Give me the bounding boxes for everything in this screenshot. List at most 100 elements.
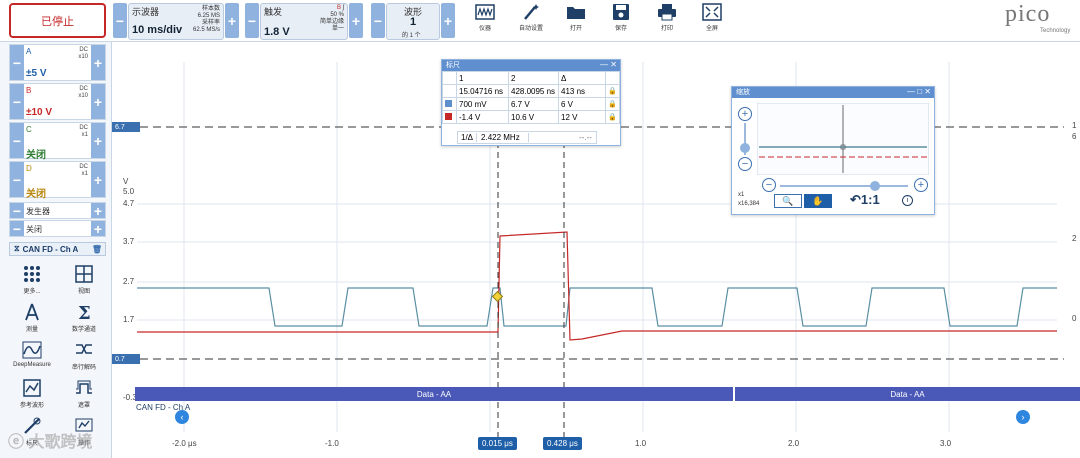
y-tick-label: 1.7	[123, 315, 135, 324]
sigma-icon: Σ	[78, 303, 91, 322]
channel-range-up-button[interactable]: +	[91, 162, 105, 197]
channel-b-control[interactable]: − B DC x10 ±10 V +	[9, 83, 106, 120]
tool-serial-decode-button[interactable]: 串行解码	[61, 340, 107, 380]
instrument-button[interactable]: 仪器	[466, 3, 504, 39]
generator-minus-button[interactable]: −	[10, 203, 24, 219]
folder-icon	[567, 7, 585, 19]
hand-icon: ✋	[812, 195, 824, 206]
scroll-right-button[interactable]: ›	[1016, 410, 1030, 424]
pico-logo: pico	[1005, 1, 1051, 27]
trigger-minus-button[interactable]: −	[245, 3, 259, 38]
channel-b-level-marker[interactable]: 0.7	[112, 354, 140, 364]
scroll-left-button[interactable]: ‹	[175, 410, 189, 424]
lock-icon[interactable]: 🔒	[605, 84, 620, 98]
tool-deepmeasure-button[interactable]: DeepMeasure	[9, 340, 55, 380]
trigger-control[interactable]: 触发 1.8 V B ʃ 50 % 简单边缘 单一	[260, 3, 348, 40]
save-button[interactable]: 保存	[602, 3, 640, 39]
trigger-plus-button[interactable]: +	[349, 3, 363, 38]
serial-decode-icon	[76, 344, 92, 354]
info-icon[interactable]: i	[902, 195, 913, 206]
zoom-overview[interactable]	[757, 103, 929, 175]
channel-range-down-button[interactable]: −	[10, 123, 24, 158]
channel-range-down-button[interactable]: −	[10, 84, 24, 119]
zoom-out-vertical-button[interactable]: −	[738, 157, 752, 171]
generator-state[interactable]: − 关闭 +	[9, 220, 106, 237]
channel-c-control[interactable]: − C DC x1 关闭 +	[9, 122, 106, 161]
tool-sigma-button[interactable]: Σ 数学通道	[61, 302, 107, 342]
timebase-control[interactable]: 示波器 10 ms/div 样本数 6.25 MS 采样率 62.5 MS/s	[128, 3, 224, 40]
print-button[interactable]: 打印	[648, 3, 686, 39]
zoom-in-vertical-button[interactable]: +	[738, 107, 752, 121]
channel-a-control[interactable]: − A DC x10 ±5 V +	[9, 44, 106, 81]
decoder-tag[interactable]: ⧖ CAN FD - Ch A 🗑	[9, 242, 106, 256]
tool-mask-button[interactable]: 遮罩	[61, 378, 107, 418]
undo-icon: ↶	[850, 192, 861, 207]
generator-plus-button[interactable]: +	[91, 203, 105, 219]
waveform-prev-button[interactable]: −	[371, 3, 385, 38]
zoom-panel-header[interactable]: 缩放 — □ ✕	[732, 87, 934, 98]
picoscope-window: 已停止 − 示波器 10 ms/div 样本数 6.25 MS 采样率 62.5 M…	[0, 0, 1080, 458]
ruler-row-channel-a: 700 mV 6.7 V 6 V 🔒	[442, 97, 620, 111]
generator-state-plus-button[interactable]: +	[91, 221, 105, 237]
lock-icon[interactable]: 🔒	[605, 97, 620, 111]
panel-controls-icon[interactable]: — □ ✕	[907, 87, 931, 96]
cursor-2-readout[interactable]: 0.428 μs	[543, 437, 582, 450]
channel-range-down-button[interactable]: −	[10, 162, 24, 197]
stop-button[interactable]: 已停止	[9, 3, 106, 38]
tool-view-grid-button[interactable]: 视图	[61, 264, 107, 304]
zoom-in-horizontal-button[interactable]: +	[914, 178, 928, 192]
zoom-factor-label: x16,384	[738, 201, 760, 207]
vertical-zoom-handle[interactable]	[740, 143, 750, 153]
ruler-panel[interactable]: 标尺 — ✕ 1 2 Δ 15.04716 ns 428.0095 ns 413…	[441, 59, 621, 146]
channel-a-level-marker[interactable]: 6.7	[112, 122, 140, 132]
tool-reference-waveform-button[interactable]: 参考波形	[9, 378, 55, 418]
decoder-packet-2[interactable]: Data - AA	[735, 387, 1080, 401]
zoom-panel[interactable]: 缩放 — □ ✕ + − − + x1 x16,384 🔍 ✋ ↶1:1 i	[731, 86, 935, 215]
waveform-next-button[interactable]: +	[441, 3, 455, 38]
trash-icon[interactable]: 🗑	[92, 245, 102, 254]
ruler-table: 1 2 Δ 15.04716 ns 428.0095 ns 413 ns 🔒 7…	[442, 71, 620, 124]
channel-name: C	[26, 125, 32, 134]
waveform-icon	[475, 4, 495, 20]
pan-tool-button[interactable]: ✋	[804, 194, 832, 208]
channel-coupling: DC x10	[78, 86, 88, 99]
timebase-plus-button[interactable]: +	[225, 3, 239, 38]
right-axis-tick: 2	[1072, 234, 1077, 243]
channel-coupling: DC x1	[79, 164, 88, 177]
fullscreen-icon	[702, 3, 722, 21]
channel-range-up-button[interactable]: +	[91, 84, 105, 119]
channel-coupling: DC x1	[79, 125, 88, 138]
zoom-tool-button[interactable]: 🔍	[774, 194, 802, 208]
channel-range-up-button[interactable]: +	[91, 45, 105, 80]
printer-icon	[658, 4, 676, 21]
generator-state-minus-button[interactable]: −	[10, 221, 24, 237]
timebase-minus-button[interactable]: −	[113, 3, 127, 38]
fullscreen-button[interactable]: 全屏	[693, 3, 731, 39]
ruler-panel-header[interactable]: 标尺 — ✕	[442, 60, 620, 71]
horizontal-zoom-slider[interactable]	[780, 185, 908, 187]
zoom-out-horizontal-button[interactable]: −	[762, 178, 776, 192]
channel-range: ±10 V	[26, 107, 53, 118]
right-axis-tick: 6	[1072, 132, 1077, 141]
measure-icon	[25, 303, 39, 321]
decoder-packet-1[interactable]: Data - AA	[135, 387, 733, 401]
channel-range-down-button[interactable]: −	[10, 45, 24, 80]
cursor-1-readout[interactable]: 0.015 μs	[478, 437, 517, 450]
zoom-reset-button[interactable]: ↶1:1	[850, 192, 880, 208]
horizontal-zoom-handle[interactable]	[870, 181, 880, 191]
ruler-row-time: 15.04716 ns 428.0095 ns 413 ns 🔒	[442, 84, 620, 98]
tool-measure-button[interactable]: 测量	[9, 302, 55, 342]
y-tick-label: 5.0	[123, 187, 135, 196]
tool-more-button[interactable]: 更多...	[9, 264, 55, 304]
auto-setup-button[interactable]: 自动设置	[512, 3, 550, 39]
waveform-control[interactable]: 波形 1 的 1 个	[386, 3, 440, 40]
channel-name: A	[26, 47, 32, 56]
channel-d-control[interactable]: − D DC x1 关闭 +	[9, 161, 106, 200]
serial-decode-icon: ⧖	[14, 244, 20, 253]
generator-control[interactable]: − 发生器 +	[9, 202, 106, 219]
panel-controls-icon[interactable]: — ✕	[600, 60, 617, 69]
generator-state-label: 关闭	[26, 225, 42, 234]
channel-range-up-button[interactable]: +	[91, 123, 105, 158]
open-button[interactable]: 打开	[557, 3, 595, 39]
lock-icon[interactable]: 🔒	[605, 110, 620, 124]
